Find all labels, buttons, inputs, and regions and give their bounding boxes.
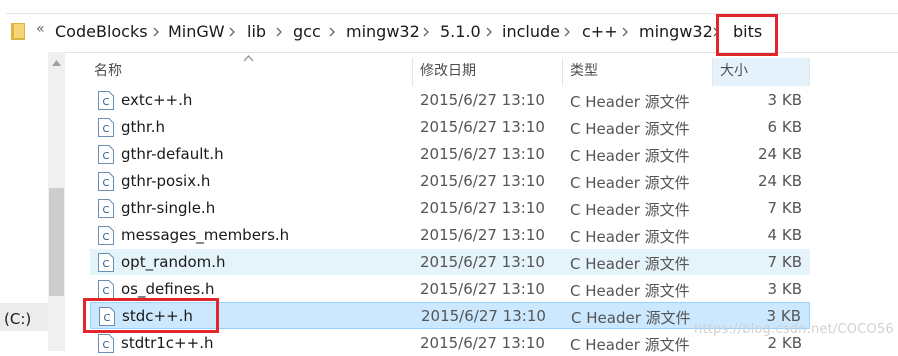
- file-date: 2015/6/27 13:10: [420, 334, 545, 352]
- svg-text:C: C: [103, 286, 110, 297]
- c-header-file-icon: C: [98, 334, 114, 353]
- file-type: C Header 源文件: [570, 255, 690, 273]
- highlight-box-bits: [716, 14, 778, 56]
- file-name: gthr-single.h: [121, 199, 216, 217]
- file-type: C Header 源文件: [570, 174, 690, 192]
- column-divider[interactable]: [562, 58, 563, 86]
- file-date: 2015/6/27 13:10: [420, 172, 545, 190]
- file-date: 2015/6/27 13:10: [420, 280, 545, 298]
- file-type: C Header 源文件: [571, 309, 691, 327]
- breadcrumb-item-mingw[interactable]: MinGW: [168, 22, 225, 41]
- file-name: stdtr1c++.h: [121, 334, 214, 352]
- breadcrumb-item-cpp[interactable]: c++: [582, 22, 618, 41]
- chevron-right-icon[interactable]: [486, 27, 492, 37]
- breadcrumb-item-gcc[interactable]: gcc: [293, 22, 321, 41]
- file-type: C Header 源文件: [570, 336, 690, 354]
- file-name: gthr-posix.h: [121, 172, 211, 190]
- file-size: 4 KB: [767, 226, 802, 244]
- c-header-file-icon: C: [98, 118, 114, 137]
- file-row[interactable]: C gthr-default.h 2015/6/27 13:10 C Heade…: [90, 141, 810, 167]
- file-type: C Header 源文件: [570, 93, 690, 111]
- file-row-hovered[interactable]: C opt_random.h 2015/6/27 13:10 C Header …: [90, 249, 810, 275]
- c-header-file-icon: C: [98, 280, 114, 299]
- scroll-up-arrow-icon[interactable]: [52, 60, 61, 66]
- file-name: opt_random.h: [121, 253, 226, 271]
- file-size: 3 KB: [767, 91, 802, 109]
- svg-text:C: C: [103, 97, 110, 108]
- file-date: 2015/6/27 13:10: [420, 118, 545, 136]
- chevron-right-icon[interactable]: [329, 27, 335, 37]
- chevron-right-icon[interactable]: [423, 27, 429, 37]
- file-size: 7 KB: [767, 199, 802, 217]
- c-header-file-icon: C: [98, 91, 114, 110]
- chevron-right-icon[interactable]: [229, 27, 235, 37]
- c-header-file-icon: C: [98, 253, 114, 272]
- nav-scrollbar-thumb[interactable]: [49, 188, 64, 296]
- chevron-right-icon[interactable]: [564, 27, 570, 37]
- column-header-name[interactable]: 名称: [94, 60, 122, 86]
- file-date: 2015/6/27 13:10: [420, 91, 545, 109]
- chevron-right-icon[interactable]: [153, 27, 159, 37]
- file-type: C Header 源文件: [570, 147, 690, 165]
- column-header-date[interactable]: 修改日期: [420, 60, 476, 86]
- address-bar[interactable]: « CodeBlocks MinGW lib gcc mingw32 5.1.0…: [0, 0, 898, 63]
- c-header-file-icon: C: [98, 226, 114, 245]
- column-header-type[interactable]: 类型: [570, 60, 598, 86]
- highlight-box-stdcpp: [83, 298, 219, 333]
- breadcrumb-item-codeblocks[interactable]: CodeBlocks: [55, 22, 148, 41]
- file-size: 7 KB: [767, 253, 802, 271]
- file-name: messages_members.h: [121, 226, 290, 244]
- nav-item-drive-label: (C:): [4, 310, 32, 328]
- file-name: os_defines.h: [121, 280, 215, 298]
- svg-text:C: C: [103, 205, 110, 216]
- file-row[interactable]: C gthr-posix.h 2015/6/27 13:10 C Header …: [90, 168, 810, 194]
- svg-text:C: C: [103, 178, 110, 189]
- folder-icon: [11, 23, 25, 40]
- file-type: C Header 源文件: [570, 282, 690, 300]
- chevron-right-icon[interactable]: [622, 27, 628, 37]
- breadcrumb-item-version[interactable]: 5.1.0: [440, 22, 481, 41]
- file-size: 3 KB: [767, 280, 802, 298]
- column-divider[interactable]: [412, 58, 413, 86]
- file-size: 24 KB: [758, 145, 802, 163]
- file-date: 2015/6/27 13:10: [420, 145, 545, 163]
- file-row[interactable]: C messages_members.h 2015/6/27 13:10 C H…: [90, 222, 810, 248]
- breadcrumb-item-mingw32-2[interactable]: mingw32: [639, 22, 713, 41]
- file-date: 2015/6/27 13:10: [420, 253, 545, 271]
- breadcrumb-item-lib[interactable]: lib: [247, 22, 266, 41]
- file-name: gthr-default.h: [121, 145, 224, 163]
- file-type: C Header 源文件: [570, 120, 690, 138]
- file-date: 2015/6/27 13:10: [420, 199, 545, 217]
- breadcrumb-item-include[interactable]: include: [502, 22, 560, 41]
- file-date: 2015/6/27 13:10: [421, 307, 546, 325]
- svg-text:C: C: [103, 232, 110, 243]
- breadcrumb-overflow[interactable]: «: [36, 21, 45, 37]
- file-size: 24 KB: [758, 172, 802, 190]
- svg-text:C: C: [103, 151, 110, 162]
- watermark: https://blog.csdn.net/COCO56: [694, 322, 894, 337]
- file-row[interactable]: C gthr.h 2015/6/27 13:10 C Header 源文件 6 …: [90, 114, 810, 140]
- column-header-size[interactable]: 大小: [720, 60, 748, 86]
- file-type: C Header 源文件: [570, 228, 690, 246]
- svg-text:C: C: [103, 259, 110, 270]
- file-name: extc++.h: [121, 91, 193, 109]
- breadcrumb-item-mingw32[interactable]: mingw32: [346, 22, 420, 41]
- chevron-right-icon[interactable]: [276, 27, 282, 37]
- svg-text:C: C: [103, 124, 110, 135]
- file-date: 2015/6/27 13:10: [420, 226, 545, 244]
- file-row[interactable]: C extc++.h 2015/6/27 13:10 C Header 源文件 …: [90, 87, 810, 113]
- c-header-file-icon: C: [98, 199, 114, 218]
- column-divider[interactable]: [809, 58, 810, 86]
- svg-text:C: C: [103, 340, 110, 351]
- c-header-file-icon: C: [98, 172, 114, 191]
- sort-ascending-icon: [243, 55, 254, 62]
- nav-item-drive-c[interactable]: (C:): [0, 303, 48, 331]
- file-row[interactable]: C gthr-single.h 2015/6/27 13:10 C Header…: [90, 195, 810, 221]
- file-size: 6 KB: [767, 118, 802, 136]
- column-divider[interactable]: [712, 58, 713, 86]
- file-type: C Header 源文件: [570, 201, 690, 219]
- c-header-file-icon: C: [98, 145, 114, 164]
- file-name: gthr.h: [121, 118, 165, 136]
